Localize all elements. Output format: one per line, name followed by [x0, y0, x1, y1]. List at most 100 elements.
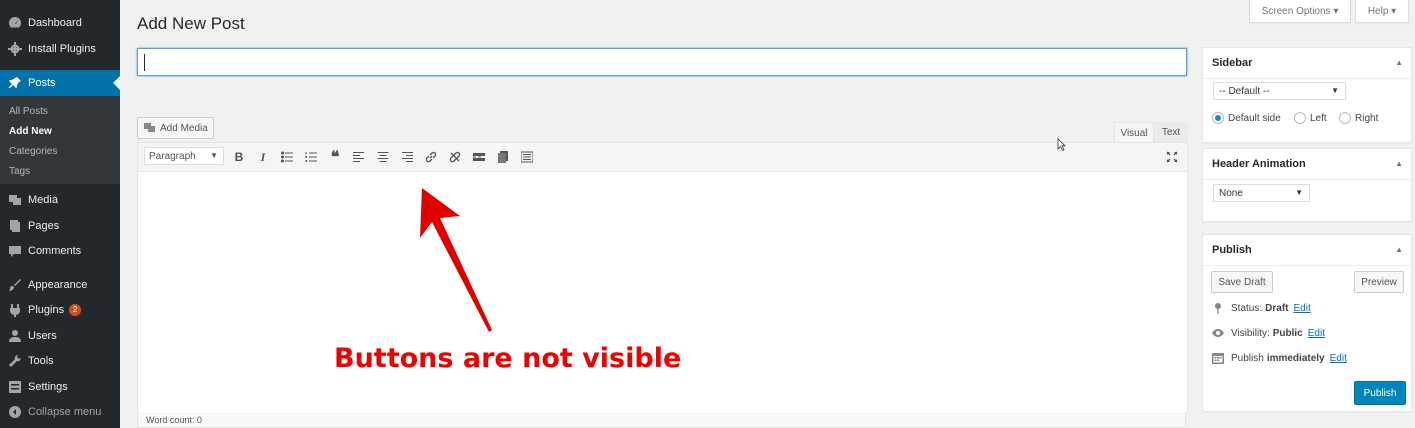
- preview-button[interactable]: Preview: [1354, 271, 1404, 293]
- italic-icon: I: [260, 149, 266, 164]
- sidebar-item-posts[interactable]: Posts: [0, 70, 120, 96]
- wrench-icon: [8, 354, 22, 368]
- bullet-list-icon: [281, 151, 293, 163]
- edit-schedule-link[interactable]: Edit: [1330, 353, 1347, 364]
- comment-icon: [8, 244, 22, 258]
- sidebar-item-label: Users: [28, 330, 57, 342]
- chevron-down-icon: ▼: [1331, 86, 1339, 95]
- calendar-icon: [1212, 353, 1224, 364]
- sidebar-item-label: Tools: [28, 355, 54, 367]
- submenu-add-new[interactable]: Add New: [9, 126, 52, 137]
- format-select[interactable]: Paragraph ▼: [144, 147, 224, 165]
- visibility-label: Visibility:: [1231, 327, 1270, 339]
- sidebar-item-media[interactable]: Media: [0, 187, 120, 213]
- publish-button[interactable]: Publish: [1354, 381, 1406, 405]
- sidebar-item-pages[interactable]: Pages: [0, 213, 120, 239]
- sidebar-item-plugins[interactable]: Plugins 2: [0, 297, 120, 323]
- metabox-header[interactable]: Sidebar ▲: [1203, 48, 1411, 79]
- add-media-button[interactable]: Add Media: [137, 117, 214, 139]
- help-button[interactable]: Help ▾: [1355, 0, 1409, 23]
- submenu-categories[interactable]: Categories: [9, 146, 57, 157]
- numbered-list-button[interactable]: [303, 149, 319, 165]
- insert-link-button[interactable]: [423, 149, 439, 165]
- toggle-arrow-icon[interactable]: ▲: [1395, 48, 1403, 78]
- expand-icon: [1166, 151, 1178, 163]
- tab-visual[interactable]: Visual: [1114, 122, 1154, 143]
- sidebar-item-comments[interactable]: Comments: [0, 238, 120, 264]
- keyboard-icon: [521, 151, 533, 163]
- sidebar-item-label: Install Plugins: [28, 43, 96, 55]
- metabox-title: Sidebar: [1212, 57, 1253, 69]
- pin-icon: [8, 76, 22, 90]
- metabox-title: Header Animation: [1212, 158, 1306, 170]
- edit-visibility-link[interactable]: Edit: [1308, 328, 1325, 339]
- align-right-button[interactable]: [399, 149, 415, 165]
- radio-default-side[interactable]: Default side: [1212, 112, 1281, 124]
- save-draft-button[interactable]: Save Draft: [1211, 271, 1273, 293]
- sidebar-item-label: Posts: [28, 77, 56, 89]
- metabox-header[interactable]: Header Animation ▲: [1203, 149, 1411, 180]
- distraction-free-button[interactable]: [1164, 149, 1180, 165]
- mouse-cursor-icon: [1057, 138, 1066, 152]
- header-animation-select[interactable]: None ▼: [1213, 184, 1310, 202]
- add-media-label: Add Media: [160, 122, 208, 134]
- publish-metabox: Publish ▲ Save Draft Preview Status: Draft…: [1202, 234, 1412, 412]
- annotation-text: Buttons are not visible: [334, 343, 682, 374]
- visibility-value: Public: [1272, 327, 1303, 339]
- publish-label: Publish: [1231, 352, 1264, 364]
- toolbar-toggle-button[interactable]: [519, 149, 535, 165]
- radio-right[interactable]: Right: [1339, 112, 1378, 124]
- post-title-input[interactable]: [137, 48, 1187, 76]
- settings-icon: [8, 380, 22, 394]
- sidebar-item-users[interactable]: Users: [0, 323, 120, 349]
- italic-button[interactable]: I: [255, 149, 271, 165]
- header-animation-metabox: Header Animation ▲ None ▼: [1202, 148, 1412, 222]
- publish-value: immediately: [1266, 352, 1325, 364]
- screen-options-button[interactable]: Screen Options ▾: [1249, 0, 1351, 23]
- sidebar-select-value: -- Default --: [1219, 85, 1270, 97]
- text-caret: [144, 54, 145, 71]
- sidebar-item-install-plugins[interactable]: Install Plugins: [0, 36, 120, 62]
- pin-icon: [1215, 303, 1221, 314]
- sidebar-item-appearance[interactable]: Appearance: [0, 272, 120, 298]
- remove-link-button[interactable]: [447, 149, 463, 165]
- status-label: Status:: [1231, 302, 1263, 314]
- editor-toolbar: Paragraph ▼ B I ❝: [138, 143, 1187, 172]
- collapse-icon: [8, 405, 22, 419]
- align-left-button[interactable]: [351, 149, 367, 165]
- sidebar-select[interactable]: -- Default -- ▼: [1213, 82, 1346, 100]
- submenu-tags[interactable]: Tags: [9, 166, 30, 177]
- sidebar-item-label: Comments: [28, 245, 82, 257]
- edit-status-link[interactable]: Edit: [1293, 303, 1310, 314]
- align-center-button[interactable]: [375, 149, 391, 165]
- add-media-icon: [144, 123, 155, 132]
- toggle-arrow-icon[interactable]: ▲: [1395, 149, 1403, 179]
- sidebar-item-label: Dashboard: [28, 17, 82, 29]
- sidebar-collapse-menu[interactable]: Collapse menu: [0, 399, 120, 425]
- bold-button[interactable]: B: [231, 149, 247, 165]
- submenu-all-posts[interactable]: All Posts: [9, 106, 48, 117]
- sidebar-item-label: Collapse menu: [28, 406, 102, 418]
- sidebar-item-settings[interactable]: Settings: [0, 374, 120, 400]
- blockquote-button[interactable]: ❝: [327, 149, 343, 166]
- toggle-arrow-icon[interactable]: ▲: [1395, 235, 1403, 265]
- read-more-button[interactable]: [471, 149, 487, 165]
- plugin-icon: [8, 303, 22, 317]
- read-more-icon: [473, 153, 485, 161]
- sidebar-item-label: Media: [28, 194, 58, 206]
- sidebar-item-tools[interactable]: Tools: [0, 348, 120, 374]
- unlink-icon: [449, 151, 461, 163]
- bullet-list-button[interactable]: [279, 149, 295, 165]
- radio-indicator: [1339, 112, 1351, 124]
- fullscreen-toggle-button[interactable]: [495, 149, 511, 165]
- metabox-header[interactable]: Publish ▲: [1203, 235, 1411, 266]
- page-title: Add New Post: [137, 14, 245, 33]
- pages-icon: [8, 219, 22, 233]
- tab-text[interactable]: Text: [1154, 122, 1188, 142]
- post-visibility: Visibility: Public Edit: [1212, 327, 1325, 339]
- numbered-list-icon: [305, 152, 317, 162]
- sidebar-item-dashboard[interactable]: Dashboard: [0, 10, 120, 36]
- sidebar-item-label: Appearance: [28, 279, 88, 291]
- admin-sidebar: Dashboard Install Plugins Posts All Post…: [0, 0, 120, 428]
- radio-left[interactable]: Left: [1294, 112, 1327, 124]
